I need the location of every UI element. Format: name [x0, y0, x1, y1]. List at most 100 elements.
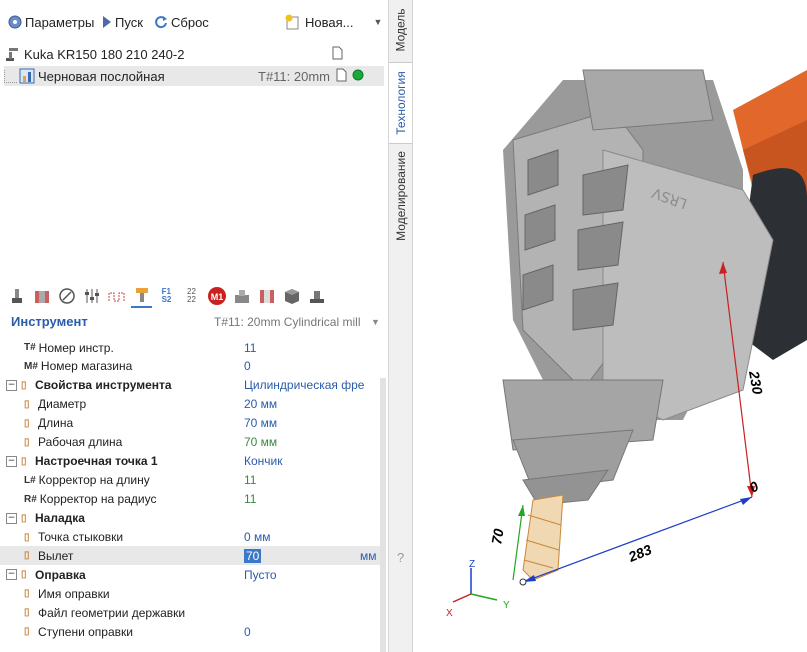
tool-tab-icon[interactable]: [131, 285, 152, 308]
property-label: Номер инстр.: [38, 340, 114, 355]
play-icon: [102, 15, 112, 29]
status-ok-icon: [352, 69, 364, 84]
property-label-container: T# Номер инстр.: [24, 341, 114, 355]
property-row-holder-name[interactable]: ▯ Имя оправки: [0, 584, 380, 603]
reset-button[interactable]: Сброс: [154, 12, 209, 32]
stock-icon[interactable]: [256, 286, 277, 307]
property-value: 0: [244, 359, 251, 374]
document-icon: [336, 68, 347, 85]
collapse-icon[interactable]: −: [6, 379, 17, 391]
tree-operation-item[interactable]: Черновая послойная T#11: 20mm: [4, 66, 384, 86]
property-value: 0 мм: [244, 530, 271, 544]
property-row-holder-geometry[interactable]: ▯ Файл геометрии державки: [0, 603, 380, 622]
property-label: Свойства инструмента: [35, 378, 172, 393]
property-value: 0: [244, 624, 251, 639]
property-row-setup-point[interactable]: − ▯ Настроечная точка 1 Кончик: [0, 452, 380, 471]
property-label-container: − ▯ Свойства инструмента: [6, 378, 172, 392]
fixture-icon[interactable]: [231, 286, 252, 307]
chevron-down-icon[interactable]: ▼: [371, 317, 380, 327]
left-panel: Параметры Пуск Сброс Новая... ▼ Kuka KR1…: [0, 0, 389, 652]
property-row-overhang[interactable]: ▯ Вылет 70 мм: [0, 546, 380, 566]
property-row-diameter[interactable]: ▯ Диаметр 20 мм: [0, 395, 380, 414]
property-icon: ▯: [24, 417, 30, 429]
property-label: Номер магазина: [40, 359, 133, 374]
property-label: Длина: [38, 416, 74, 431]
cutter-tool: [522, 494, 564, 581]
property-row-length-corrector[interactable]: L# Корректор на длину 11: [0, 471, 380, 490]
property-label: Точка стыковки: [38, 530, 124, 544]
property-label: Оправка: [35, 567, 86, 582]
property-label-container: L# Корректор на длину: [24, 473, 150, 487]
dim-230-label: 230: [746, 369, 766, 396]
property-row-setup[interactable]: − ▯ Наладка: [0, 509, 380, 528]
robot-cell-icon[interactable]: [306, 286, 327, 307]
property-icon: ▯: [24, 588, 30, 600]
new-label: Новая...: [305, 14, 354, 30]
m1-icon[interactable]: M1: [206, 286, 227, 307]
property-label-container: ▯ Диаметр: [24, 397, 86, 411]
overhang-edit-field[interactable]: 70: [244, 548, 262, 563]
property-row-tool-properties[interactable]: − ▯ Свойства инструмента Цилиндрическая фре: [0, 376, 380, 395]
code-icon[interactable]: 22 22: [181, 286, 202, 307]
tab-model[interactable]: Модель: [389, 2, 412, 58]
property-row-dock-point[interactable]: ▯ Точка стыковки 0 мм: [0, 528, 380, 547]
property-label: Настроечная точка 1: [35, 454, 158, 469]
property-scrollbar[interactable]: [380, 378, 386, 652]
3d-viewport[interactable]: LRSV 230 283 70 0 Z X Y: [413, 0, 807, 652]
property-row-holder[interactable]: − ▯ Оправка Пусто: [0, 565, 380, 584]
new-button[interactable]: Новая... ▼: [284, 12, 382, 32]
property-value: Цилиндрическая фре: [244, 378, 365, 393]
collapse-icon[interactable]: −: [6, 455, 17, 467]
sliders-icon[interactable]: [81, 286, 102, 307]
collapse-icon[interactable]: −: [6, 512, 17, 524]
property-label-container: − ▯ Настроечная точка 1: [6, 454, 158, 468]
axis-y-label: Y: [503, 600, 510, 611]
help-icon[interactable]: ?: [397, 550, 404, 565]
property-label-container: ▯ Рабочая длина: [24, 435, 122, 449]
property-label: Диаметр: [38, 397, 87, 412]
property-value: 11: [244, 473, 257, 488]
property-label-container: R# Корректор на радиус: [24, 492, 156, 506]
property-icon: L#: [24, 474, 36, 486]
tab-modeling[interactable]: Моделирование: [389, 146, 412, 246]
axis-x-label: X: [446, 608, 453, 619]
property-value: 11: [244, 492, 257, 507]
property-row-holder-steps[interactable]: ▯ Ступени оправки 0: [0, 622, 380, 641]
property-row-magazine-number[interactable]: M# Номер магазина 0: [0, 357, 380, 376]
property-icon: ▯: [24, 531, 30, 543]
property-icon-bar: F1 S2 22 22 M1: [6, 283, 327, 309]
collapse-icon[interactable]: −: [6, 569, 17, 581]
params-button[interactable]: Параметры: [8, 12, 94, 32]
tree-connector: [4, 69, 17, 83]
tool-header: Инструмент T#11: 20mm Cylindrical mill ▼: [0, 312, 380, 331]
property-row-length[interactable]: ▯ Длина 70 мм: [0, 414, 380, 433]
run-label: Пуск: [115, 14, 143, 30]
compass-icon[interactable]: [56, 286, 77, 307]
workpiece-icon[interactable]: [31, 286, 52, 307]
property-value: 70 мм: [244, 435, 278, 450]
new-doc-icon: [284, 14, 302, 30]
property-row-working-length[interactable]: ▯ Рабочая длина 70 мм: [0, 433, 380, 452]
tab-technology[interactable]: Технология: [389, 62, 412, 144]
robot-label: Kuka KR150 180 210 240-2: [24, 46, 185, 62]
tree-robot-item[interactable]: Kuka KR150 180 210 240-2: [4, 44, 380, 64]
side-tab-strip: Модель Технология Моделирование ?: [389, 0, 413, 652]
tool-holder-icon[interactable]: [6, 286, 27, 307]
property-label: Корректор на радиус: [39, 492, 157, 507]
property-row-radius-corrector[interactable]: R# Корректор на радиус 11: [0, 490, 380, 509]
tool-select[interactable]: T#11: 20mm Cylindrical mill: [214, 315, 360, 329]
cube-icon[interactable]: [281, 286, 302, 307]
refresh-icon: [154, 15, 168, 29]
property-icon: ▯: [21, 455, 27, 467]
feed-speed-icon[interactable]: F1 S2: [156, 286, 177, 307]
tab-model-label: Модель: [393, 8, 408, 52]
run-button[interactable]: Пуск: [102, 12, 143, 32]
property-icon: ▯: [21, 569, 27, 581]
property-label: Корректор на длину: [38, 473, 150, 488]
property-icon: ▯: [21, 379, 27, 391]
gear-icon: [8, 15, 22, 29]
dropdown-arrow-icon[interactable]: ▼: [373, 17, 382, 27]
property-row-tool-number[interactable]: T# Номер инстр. 11: [0, 338, 380, 357]
toolpath-icon[interactable]: [106, 286, 127, 307]
property-icon: ▯: [24, 436, 30, 448]
